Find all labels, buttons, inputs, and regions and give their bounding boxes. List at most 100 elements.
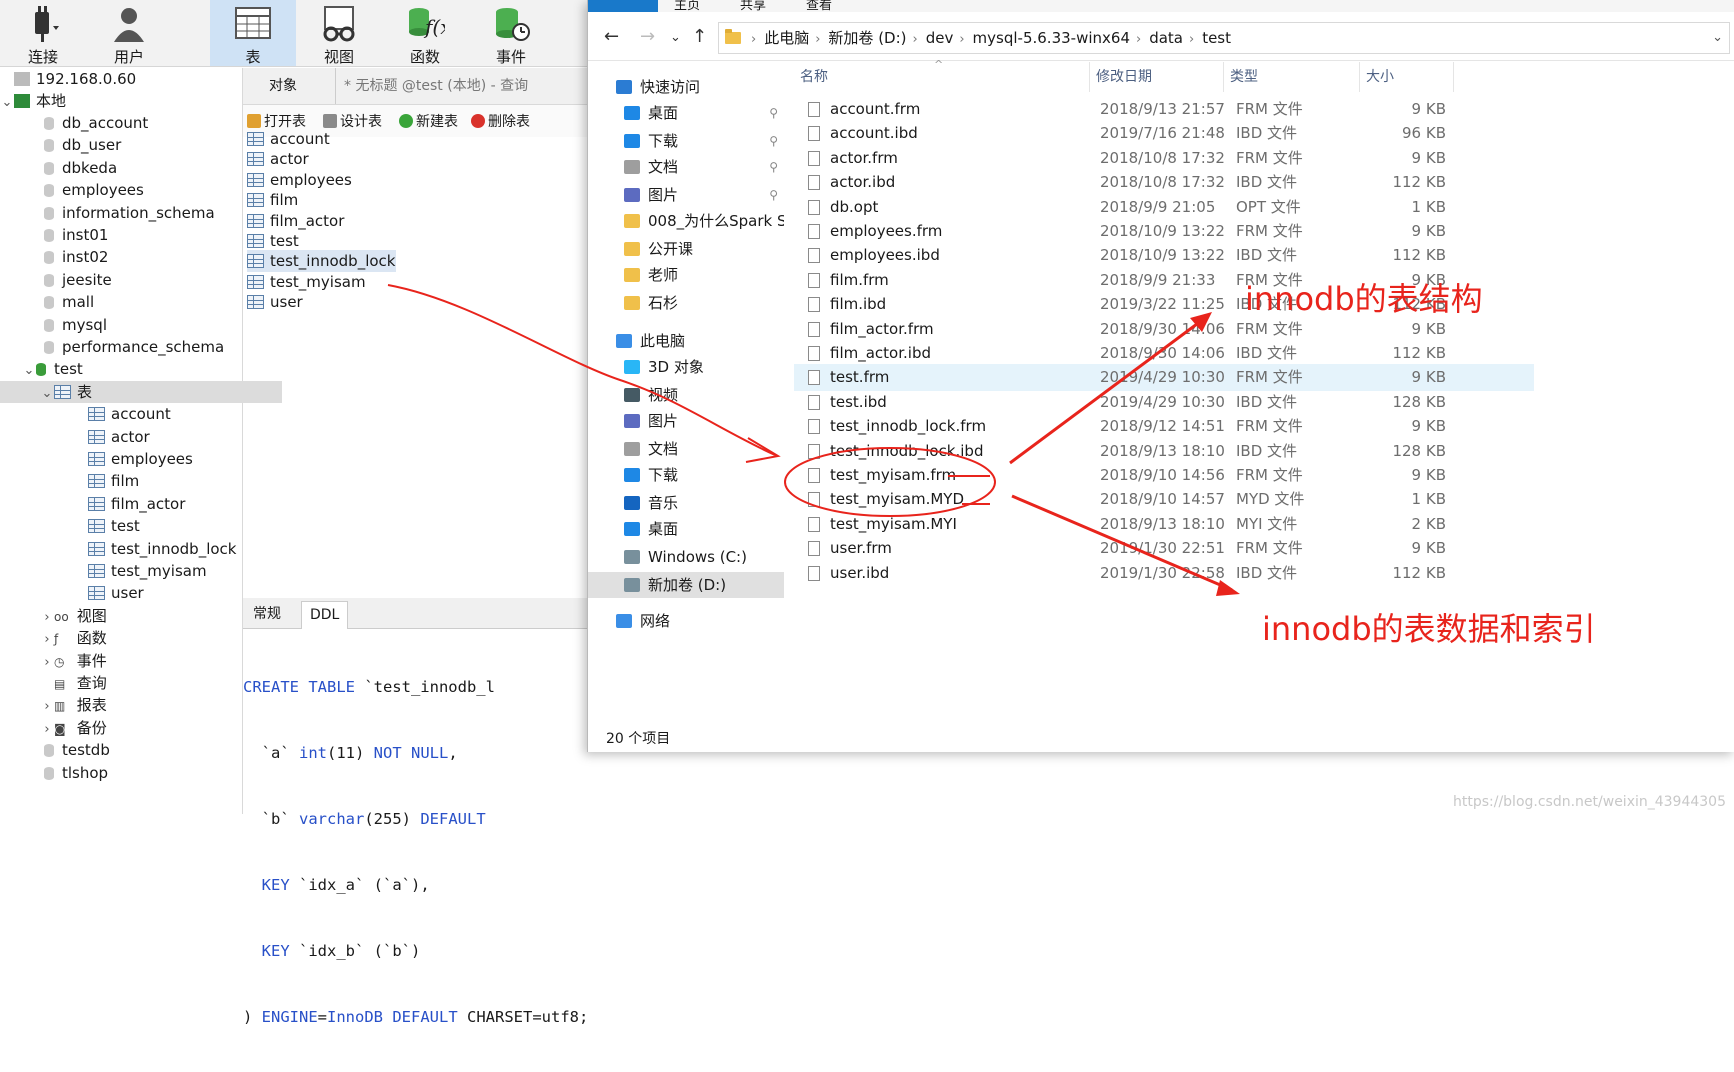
file-row[interactable]: user.frm 2019/1/30 22:51 FRM 文件 9 KB: [794, 535, 1534, 562]
nav-item-19[interactable]: 网络: [588, 608, 784, 634]
breadcrumb-this-pc[interactable]: 此电脑: [764, 23, 809, 53]
tab-query[interactable]: * 无标题 @test (本地) - 查询: [335, 68, 592, 104]
table-list-item[interactable]: account: [247, 128, 330, 150]
tab-home[interactable]: 主页: [674, 0, 700, 12]
chevron-down-icon[interactable]: ⌄: [0, 92, 14, 114]
file-row[interactable]: test.frm 2019/4/29 10:30 FRM 文件 9 KB: [794, 364, 1534, 392]
tab-general[interactable]: 常规: [245, 601, 289, 628]
tab-file[interactable]: 文件: [588, 0, 658, 12]
user-button[interactable]: 用户: [86, 0, 172, 66]
nav-item-17[interactable]: Windows (C:): [588, 544, 784, 570]
delete-table-button[interactable]: 删除表: [471, 111, 530, 131]
nav-item-11[interactable]: 视频: [588, 382, 784, 408]
breadcrumb-drive-d[interactable]: 新加卷 (D:): [828, 23, 906, 53]
table-list-item[interactable]: test_myisam: [247, 271, 366, 293]
nav-item-15[interactable]: 音乐: [588, 490, 784, 516]
tree-node-2[interactable]: › ◷ 事件: [0, 650, 282, 672]
address-bar[interactable]: › 此电脑 › 新加卷 (D:) › dev › mysql-5.6.33-winx64 › da…: [718, 22, 1730, 54]
pin-icon[interactable]: ⚲: [769, 128, 778, 154]
file-row[interactable]: account.ibd 2019/7/16 21:48 IBD 文件 96 KB: [794, 120, 1534, 147]
file-row[interactable]: actor.frm 2018/10/8 17:32 FRM 文件 9 KB: [794, 145, 1534, 172]
file-row[interactable]: user.ibd 2019/1/30 22:58 IBD 文件 112 KB: [794, 560, 1534, 587]
column-date[interactable]: 修改日期: [1090, 62, 1224, 92]
file-row[interactable]: account.frm 2018/9/13 21:57 FRM 文件 9 KB: [794, 96, 1534, 123]
file-row[interactable]: test_myisam.MYD 2018/9/10 14:57 MYD 文件 1 KB: [794, 486, 1534, 513]
tab-share[interactable]: 共享: [740, 0, 766, 12]
breadcrumb-test[interactable]: test: [1202, 23, 1231, 53]
view-button[interactable]: 视图: [296, 0, 382, 66]
new-table-button[interactable]: 新建表: [399, 111, 458, 131]
nav-item-14[interactable]: 下载: [588, 462, 784, 488]
chevron-down-icon[interactable]: ⌄: [1712, 23, 1723, 53]
function-button[interactable]: f(x) 函数: [382, 0, 468, 66]
recent-chevron-icon[interactable]: ⌄: [670, 30, 681, 45]
chevron-right-icon[interactable]: ›: [40, 696, 54, 718]
tree-node-5[interactable]: › ◙ 备份: [0, 717, 282, 739]
nav-item-5[interactable]: 008_为什么Spark S: [588, 208, 784, 234]
table-list-item[interactable]: film_actor: [247, 210, 344, 232]
breadcrumb-dev[interactable]: dev: [926, 23, 954, 53]
column-size[interactable]: 大小: [1360, 62, 1454, 92]
nav-item-10[interactable]: 3D 对象: [588, 354, 784, 380]
pin-icon[interactable]: ⚲: [769, 154, 778, 180]
table-list-item[interactable]: user: [247, 291, 303, 313]
file-row[interactable]: actor.ibd 2018/10/8 17:32 IBD 文件 112 KB: [794, 169, 1534, 196]
nav-item-9[interactable]: 此电脑: [588, 328, 784, 354]
file-row[interactable]: film_actor.ibd 2018/9/30 14:06 IBD 文件 112 K…: [794, 340, 1534, 367]
tree-node-4[interactable]: › ▥ 报表: [0, 694, 282, 716]
file-row[interactable]: db.opt 2018/9/9 21:05 OPT 文件 1 KB: [794, 194, 1534, 221]
chevron-down-icon[interactable]: ⌄: [40, 383, 54, 405]
nav-item-0[interactable]: 快速访问: [588, 74, 784, 100]
tree-connection-remote[interactable]: 192.168.0.60: [0, 68, 242, 90]
nav-item-18[interactable]: 新加卷 (D:): [588, 572, 784, 598]
table-list-item[interactable]: test: [247, 230, 299, 252]
tree-connection-local[interactable]: ⌄ 本地: [0, 90, 242, 112]
chevron-right-icon[interactable]: ›: [40, 652, 54, 674]
nav-item-2[interactable]: 下载 ⚲: [588, 128, 784, 154]
connect-button[interactable]: 连接: [0, 0, 86, 66]
file-row[interactable]: test_innodb_lock.frm 2018/9/12 14:51 FRM 文…: [794, 413, 1534, 440]
up-arrow-icon[interactable]: ↑: [692, 26, 707, 47]
chevron-right-icon[interactable]: ›: [40, 629, 54, 651]
column-type[interactable]: 类型: [1224, 62, 1360, 92]
nav-item-13[interactable]: 文档: [588, 436, 784, 462]
file-row[interactable]: test_myisam.MYI 2018/9/13 18:10 MYI 文件 2 KB: [794, 511, 1534, 538]
file-row[interactable]: test.ibd 2019/4/29 10:30 IBD 文件 128 KB: [794, 389, 1534, 416]
tree-tables-node[interactable]: ⌄ 表: [0, 380, 282, 405]
table-button[interactable]: 表: [210, 0, 296, 66]
nav-item-6[interactable]: 公开课: [588, 236, 784, 262]
forward-arrow-icon[interactable]: →: [640, 26, 655, 47]
nav-item-16[interactable]: 桌面: [588, 516, 784, 542]
nav-item-7[interactable]: 老师: [588, 262, 784, 288]
file-row[interactable]: test_innodb_lock.ibd 2018/9/13 18:10 IBD 文…: [794, 438, 1534, 465]
tree-node-3[interactable]: ▤ 查询: [0, 672, 282, 694]
nav-item-3[interactable]: 文档 ⚲: [588, 154, 784, 180]
table-list-item[interactable]: test_innodb_lock: [247, 250, 396, 273]
chevron-right-icon[interactable]: ›: [40, 719, 54, 741]
breadcrumb-data[interactable]: data: [1149, 23, 1183, 53]
file-row[interactable]: test_myisam.frm 2018/9/10 14:56 FRM 文件 9 KB: [794, 462, 1534, 489]
file-row[interactable]: employees.ibd 2018/10/9 13:22 IBD 文件 112 KB: [794, 242, 1534, 269]
nav-item-4[interactable]: 图片 ⚲: [588, 182, 784, 208]
pin-icon[interactable]: ⚲: [769, 182, 778, 208]
table-list-item[interactable]: film: [247, 189, 298, 211]
column-name[interactable]: 名称 ^: [794, 58, 1090, 92]
breadcrumb-mysql[interactable]: mysql-5.6.33-winx64: [973, 23, 1130, 53]
nav-item-8[interactable]: 石杉: [588, 290, 784, 316]
back-arrow-icon[interactable]: ←: [604, 26, 619, 47]
tree-node-0[interactable]: › oo 视图: [0, 605, 282, 627]
tree-node-1[interactable]: › ƒ 函数: [0, 627, 282, 649]
table-list-item[interactable]: employees: [247, 169, 352, 191]
tab-objects[interactable]: 对象: [261, 68, 305, 104]
pin-icon[interactable]: ⚲: [769, 100, 778, 126]
chevron-down-icon[interactable]: ⌄: [22, 360, 36, 382]
tab-view[interactable]: 查看: [806, 0, 832, 12]
chevron-right-icon[interactable]: ›: [40, 607, 54, 629]
event-button[interactable]: 事件: [468, 0, 554, 66]
table-list-item[interactable]: actor: [247, 148, 309, 170]
file-row[interactable]: employees.frm 2018/10/9 13:22 FRM 文件 9 KB: [794, 218, 1534, 245]
design-table-button[interactable]: 设计表: [323, 111, 382, 131]
tree-database-test[interactable]: ⌄ test: [0, 358, 264, 380]
nav-item-12[interactable]: 图片: [588, 408, 784, 434]
nav-item-1[interactable]: 桌面 ⚲: [588, 100, 784, 126]
